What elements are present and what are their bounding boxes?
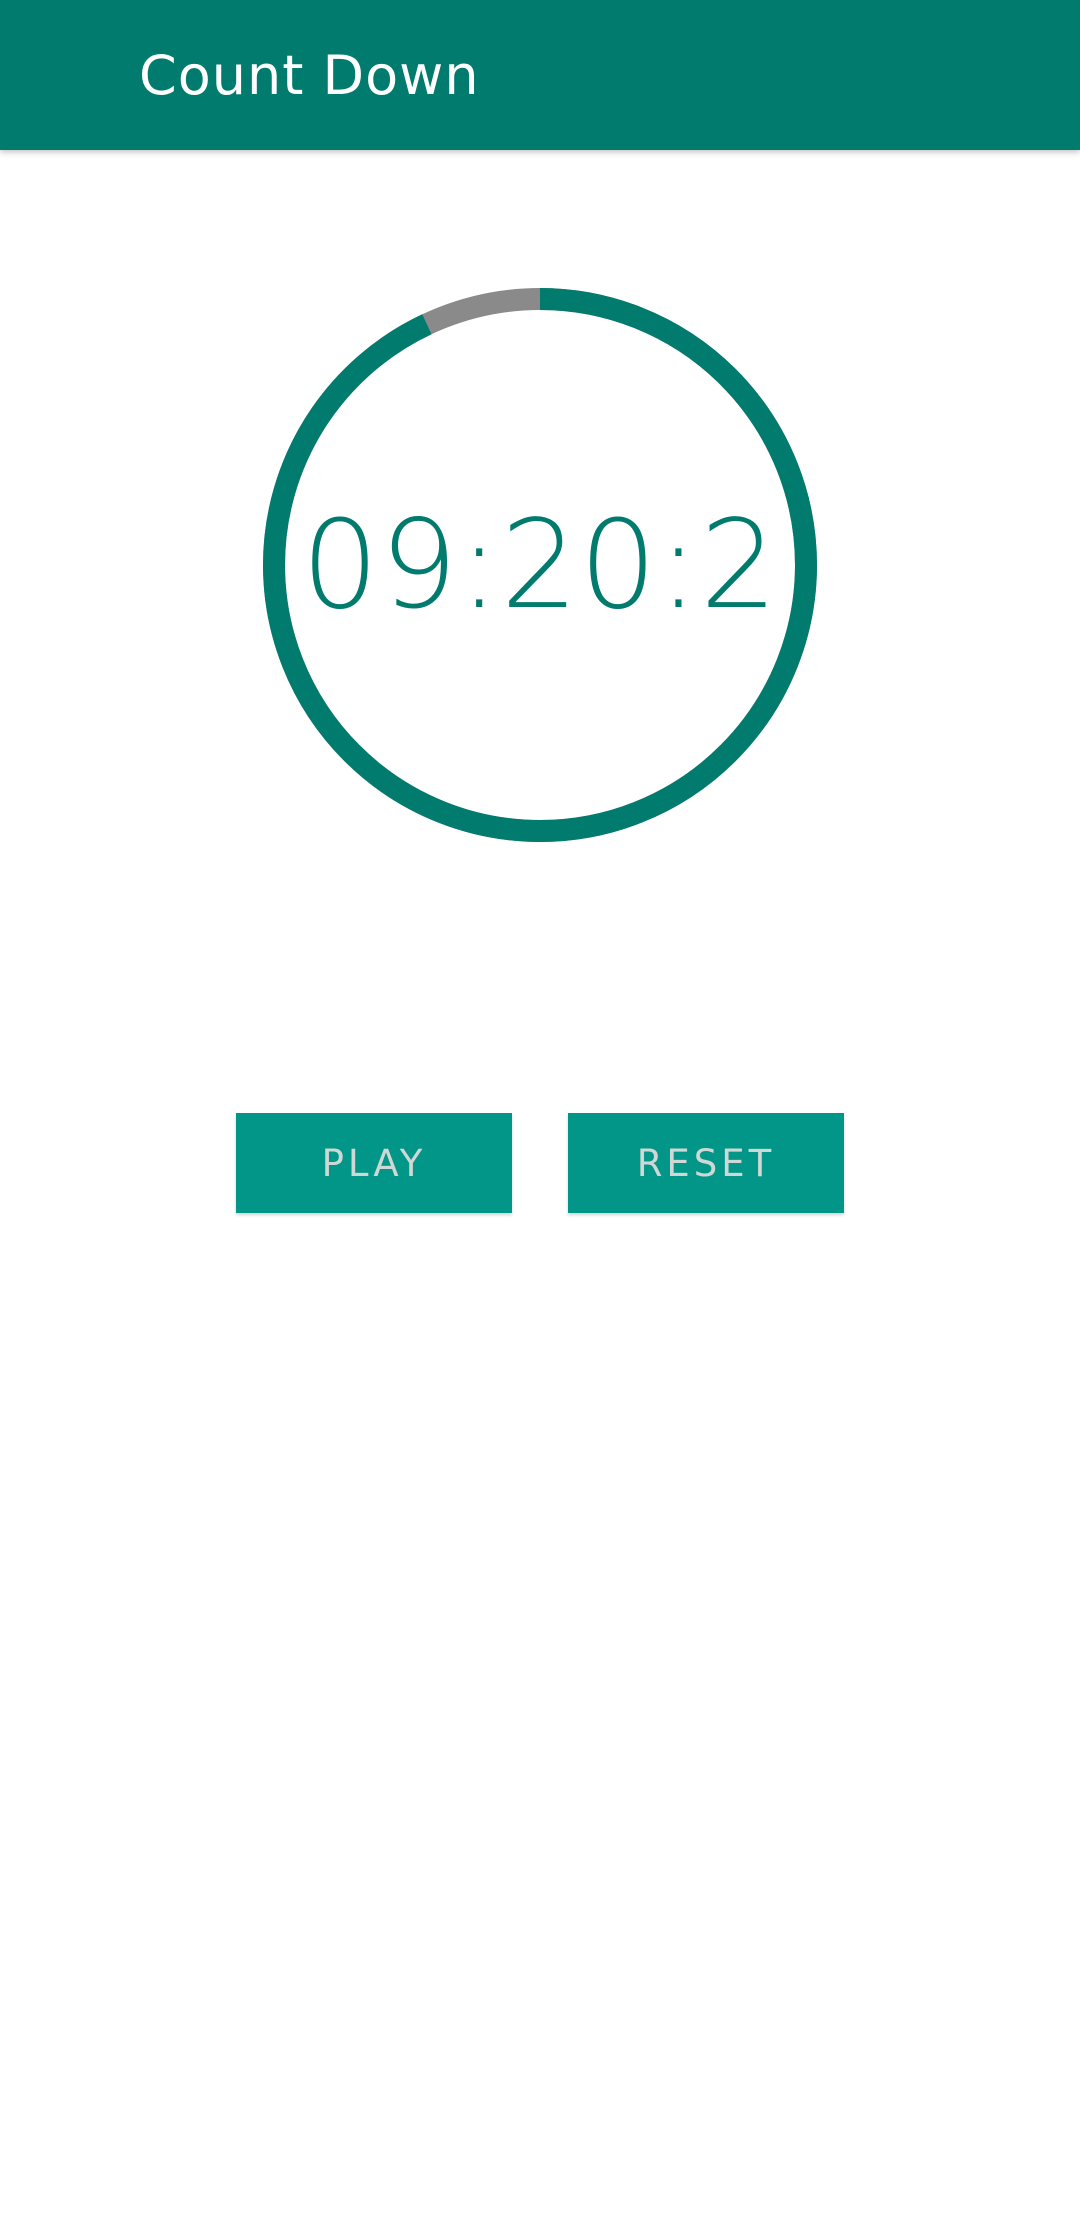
play-button[interactable]: PLAY [236, 1113, 512, 1213]
countdown-time: 09:20:2 [301, 494, 779, 636]
app-title: Count Down [139, 44, 480, 107]
reset-button[interactable]: RESET [568, 1113, 844, 1213]
app-bar: Count Down [0, 0, 1080, 150]
